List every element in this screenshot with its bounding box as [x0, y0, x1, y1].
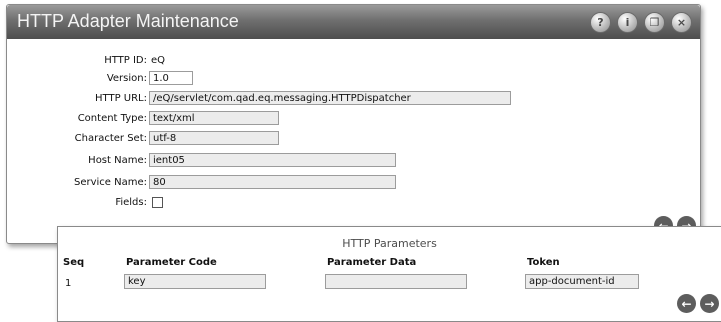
info-icon[interactable]: i	[617, 12, 638, 33]
version-row: Version:	[7, 69, 193, 87]
fields-label: Fields:	[115, 196, 147, 208]
version-label: Version:	[106, 72, 147, 84]
content-type-label: Content Type:	[77, 112, 147, 124]
parameters-next-button[interactable]: →	[700, 294, 719, 313]
parameter-code-field[interactable]	[124, 274, 266, 289]
parameters-prev-button[interactable]: ←	[677, 294, 696, 313]
parameters-title: HTTP Parameters	[342, 237, 437, 250]
service-name-label: Service Name:	[73, 176, 147, 188]
close-icon[interactable]: ×	[671, 12, 692, 33]
host-name-label: Host Name:	[88, 154, 147, 166]
content-type-row: Content Type:	[7, 109, 279, 127]
http-parameters-panel: HTTP Parameters Seq Parameter Code Param…	[57, 226, 721, 322]
service-name-field[interactable]	[149, 175, 396, 189]
character-set-field[interactable]	[149, 131, 279, 145]
http-id-row: HTTP ID: eQ	[7, 51, 165, 69]
http-url-label: HTTP URL:	[95, 92, 147, 104]
column-header-parameter-data: Parameter Data	[327, 257, 417, 268]
content-type-field[interactable]	[149, 111, 279, 125]
version-field[interactable]	[149, 71, 193, 85]
window-title: HTTP Adapter Maintenance	[17, 11, 239, 31]
character-set-label: Character Set:	[74, 132, 147, 144]
http-url-row: HTTP URL:	[7, 89, 511, 107]
http-id-label: HTTP ID:	[104, 54, 147, 66]
parameter-data-field[interactable]	[325, 274, 467, 289]
host-name-field[interactable]	[149, 153, 396, 167]
restore-icon[interactable]: ❐	[644, 12, 665, 33]
character-set-row: Character Set:	[7, 129, 279, 147]
parameters-nav: ← →	[677, 294, 719, 313]
column-header-token: Token	[527, 257, 560, 268]
token-field[interactable]	[525, 274, 639, 289]
fields-row: Fields:	[7, 193, 163, 211]
http-url-field[interactable]	[149, 91, 511, 105]
host-name-row: Host Name:	[7, 151, 396, 169]
titlebar-icons: ? i ❐ ×	[590, 12, 692, 33]
seq-cell: 1	[65, 278, 72, 289]
column-header-parameter-code: Parameter Code	[126, 257, 217, 268]
window-titlebar[interactable]: HTTP Adapter Maintenance ? i ❐ ×	[7, 5, 700, 39]
column-header-seq: Seq	[63, 257, 85, 268]
help-icon[interactable]: ?	[590, 12, 611, 33]
service-name-row: Service Name:	[7, 173, 396, 191]
http-id-value: eQ	[151, 54, 166, 66]
http-adapter-window: HTTP Adapter Maintenance ? i ❐ × HTTP ID…	[6, 4, 701, 244]
fields-checkbox[interactable]	[152, 196, 163, 208]
